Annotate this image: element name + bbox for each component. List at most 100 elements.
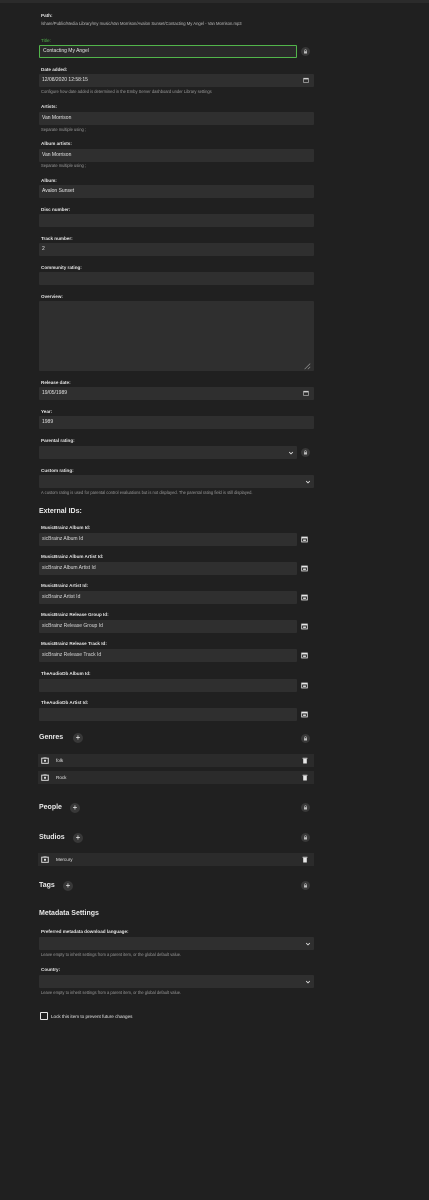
external-id-placeholder: sicBrainz Release Track Id <box>42 652 102 658</box>
lock-item-checkbox[interactable] <box>40 1012 48 1020</box>
track-number-label: Track number: <box>41 236 73 241</box>
metadata-settings-title: Metadata Settings <box>39 910 99 917</box>
country-select[interactable] <box>39 975 314 988</box>
custom-rating-label: Custom rating: <box>41 468 74 473</box>
genres-lock-button[interactable] <box>301 734 310 743</box>
external-id-label: MusicBrainz Release Group Id: <box>41 612 109 617</box>
chevron-down-icon <box>304 478 311 485</box>
release-date-value: 19/05/1989 <box>42 390 68 396</box>
external-link-icon[interactable] <box>301 623 308 630</box>
delete-icon[interactable] <box>301 757 308 764</box>
calendar-icon[interactable] <box>303 390 309 396</box>
people-lock-button[interactable] <box>301 803 310 812</box>
delete-icon[interactable] <box>301 856 308 863</box>
external-id-label: TheAudioDb Artist Id: <box>41 700 89 705</box>
disc-number-label: Disc number: <box>41 207 71 212</box>
external-id-input[interactable] <box>39 679 297 692</box>
external-id-input[interactable]: sicBrainz Release Track Id <box>39 649 297 662</box>
language-hint: Leave empty to inherit settings from a p… <box>41 952 182 957</box>
external-ids-title: External IDs: <box>39 508 82 515</box>
lock-icon <box>304 736 307 741</box>
add-person-button[interactable]: + <box>70 803 80 813</box>
external-id-input[interactable]: sicBrainz Artist Id <box>39 591 297 604</box>
studios-title: Studios <box>39 834 65 841</box>
external-id-placeholder: sicBrainz Release Group Id <box>42 623 103 629</box>
album-artists-hint: Separate multiple using ; <box>41 163 87 168</box>
list-item: Mercury <box>38 853 314 866</box>
external-id-label: TheAudioDb Album Id: <box>41 671 91 676</box>
disc-number-input[interactable] <box>39 214 314 227</box>
tag-icon <box>41 757 49 764</box>
parental-rating-lock-button[interactable] <box>301 448 310 457</box>
external-id-label: MusicBrainz Album Id: <box>41 525 91 530</box>
external-link-icon[interactable] <box>301 682 308 689</box>
external-id-placeholder: sicBrainz Album Id <box>42 536 84 542</box>
title-input[interactable]: Contacting My Angel <box>39 45 297 58</box>
lock-icon <box>304 883 307 888</box>
external-id-input[interactable] <box>39 708 297 721</box>
parental-rating-label: Parental rating: <box>41 438 75 443</box>
custom-rating-select[interactable] <box>39 475 314 488</box>
add-studio-button[interactable]: + <box>73 833 83 843</box>
parental-rating-select[interactable] <box>39 446 297 459</box>
people-title: People <box>39 804 62 811</box>
artists-input[interactable]: Van Morrison <box>39 112 314 125</box>
external-link-icon[interactable] <box>301 565 308 572</box>
overview-textarea[interactable] <box>39 301 314 371</box>
external-id-input[interactable]: sicBrainz Album Artist Id <box>39 562 297 575</box>
external-id-placeholder: sicBrainz Album Artist Id <box>42 565 96 571</box>
community-rating-input[interactable] <box>39 272 314 285</box>
genre-name: Rock <box>56 775 67 780</box>
add-genre-button[interactable]: + <box>73 733 83 743</box>
delete-icon[interactable] <box>301 774 308 781</box>
date-added-value: 12/08/2020 12:58:15 <box>42 77 88 83</box>
external-link-icon[interactable] <box>301 594 308 601</box>
list-item: folk <box>38 754 314 767</box>
chevron-down-icon <box>304 940 311 947</box>
year-input[interactable]: 1989 <box>39 416 314 429</box>
album-artists-label: Album artists: <box>41 141 72 146</box>
date-added-label: Date added: <box>41 67 68 72</box>
external-id-label: MusicBrainz Release Track Id: <box>41 641 107 646</box>
artists-label: Artists: <box>41 104 58 109</box>
album-input[interactable]: Avalon Sunset <box>39 185 314 198</box>
lock-icon <box>304 805 307 810</box>
studio-name: Mercury <box>56 857 73 862</box>
release-date-input[interactable]: 19/05/1989 <box>39 387 314 400</box>
calendar-icon[interactable] <box>303 77 309 83</box>
year-label: Year: <box>41 409 53 414</box>
external-link-icon[interactable] <box>301 652 308 659</box>
path-value: /share/Public/Media Library/my music/Van… <box>41 21 242 26</box>
title-lock-button[interactable] <box>301 47 310 56</box>
external-id-input[interactable]: sicBrainz Album Id <box>39 533 297 546</box>
studios-lock-button[interactable] <box>301 833 310 842</box>
lock-icon <box>304 450 307 455</box>
overview-label: Overview: <box>41 294 63 299</box>
genres-title: Genres <box>39 734 64 741</box>
tags-title: Tags <box>39 882 55 889</box>
genre-name: folk <box>56 758 64 763</box>
tag-icon <box>41 774 49 781</box>
album-artists-input[interactable]: Van Morrison <box>39 149 314 162</box>
artists-hint: Separate multiple using ; <box>41 127 87 132</box>
date-added-input[interactable]: 12/08/2020 12:58:15 <box>39 74 314 87</box>
external-link-icon[interactable] <box>301 711 308 718</box>
language-select[interactable] <box>39 937 314 950</box>
external-id-label: MusicBrainz Album Artist Id: <box>41 554 104 559</box>
community-rating-label: Community rating: <box>41 265 82 270</box>
resize-handle-icon[interactable] <box>303 362 311 370</box>
external-id-input[interactable]: sicBrainz Release Group Id <box>39 620 297 633</box>
country-hint: Leave empty to inherit settings from a p… <box>41 990 182 995</box>
title-label: Title: <box>41 38 51 43</box>
release-date-label: Release date: <box>41 380 71 385</box>
add-tag-button[interactable]: + <box>63 881 73 891</box>
album-label: Album: <box>41 178 57 183</box>
tag-icon <box>41 856 49 863</box>
tags-lock-button[interactable] <box>301 881 310 890</box>
chevron-down-icon <box>287 449 294 456</box>
external-id-label: MusicBrainz Artist Id: <box>41 583 89 588</box>
custom-rating-hint: A custom rating is used for parental con… <box>41 490 253 495</box>
external-link-icon[interactable] <box>301 536 308 543</box>
track-number-input[interactable]: 2 <box>39 243 314 256</box>
lock-item-label: Lock this item to prevent future changes <box>51 1014 133 1019</box>
